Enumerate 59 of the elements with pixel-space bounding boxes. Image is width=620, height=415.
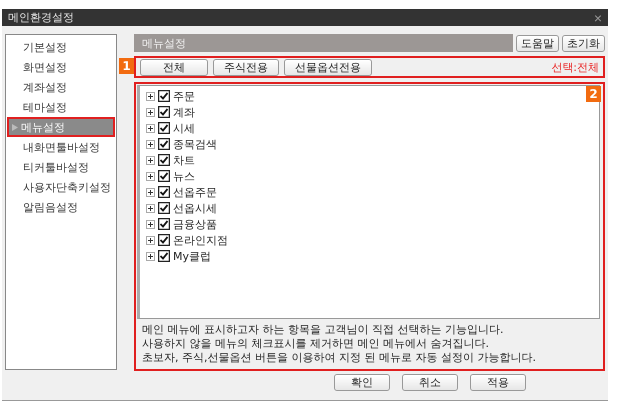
checkbox[interactable] — [158, 234, 170, 246]
expand-icon[interactable] — [146, 140, 155, 148]
callout-badge: 2 — [586, 86, 601, 102]
checkbox[interactable] — [158, 250, 170, 262]
window-title: 메인환경설정 — [8, 10, 74, 25]
tree-item-label[interactable]: 계좌 — [173, 104, 195, 120]
sidebar-item[interactable]: 티커툴바설정 — [7, 157, 115, 177]
arrow-icon — [12, 124, 18, 130]
close-button[interactable]: × — [594, 10, 602, 24]
checkbox[interactable] — [158, 218, 170, 230]
description-text: 초보자, 주식,선물옵션 버튼을 이용하여 지정 된 메뉴로 자동 설정이 가능합니다. — [142, 351, 537, 365]
dialog-button[interactable]: 취소 — [402, 374, 458, 391]
sidebar-item[interactable]: 기본설정 — [7, 37, 115, 57]
checkbox[interactable] — [158, 138, 170, 150]
sidebar-item[interactable]: 화면설정 — [7, 57, 115, 77]
filter-button[interactable]: 선물옵션전용 — [284, 58, 372, 76]
tree-item-label[interactable]: 차트 — [173, 152, 195, 168]
sidebar-item[interactable]: 알림음설정 — [7, 197, 115, 217]
tree-item-label[interactable]: My클럽 — [173, 248, 212, 264]
expand-icon[interactable] — [146, 252, 155, 260]
expand-icon[interactable] — [146, 92, 155, 100]
tree-item-label[interactable]: 선옵주문 — [173, 184, 217, 200]
sidebar-item[interactable]: 내화면툴바설정 — [7, 137, 115, 157]
description-text: 사용하지 않을 메뉴의 체크표시를 제거하면 메인 메뉴에서 숨겨집니다. — [142, 337, 490, 351]
tree-item-label[interactable]: 선옵시세 — [173, 200, 217, 216]
checkbox[interactable] — [158, 90, 170, 102]
sidebar-item[interactable]: 계좌설정 — [7, 77, 115, 97]
description-text: 메인 메뉴에 표시하고자 하는 항목을 고객님이 직접 선택하는 기능입니다. — [142, 323, 504, 337]
header-button[interactable]: 초기화 — [562, 34, 605, 52]
expand-icon[interactable] — [146, 156, 155, 164]
sidebar-item[interactable]: 테마설정 — [7, 97, 115, 117]
expand-icon[interactable] — [146, 188, 155, 196]
section-header: 메뉴설정 — [134, 34, 513, 52]
tree-item-label[interactable]: 온라인지점 — [173, 232, 228, 248]
expand-icon[interactable] — [146, 236, 155, 244]
expand-icon[interactable] — [146, 204, 155, 212]
filter-button[interactable]: 전체 — [140, 58, 208, 76]
dialog-button[interactable]: 적용 — [470, 374, 526, 391]
dialog-button[interactable]: 확인 — [334, 374, 390, 391]
checkbox[interactable] — [158, 154, 170, 166]
checkbox[interactable] — [158, 202, 170, 214]
checkbox[interactable] — [158, 106, 170, 118]
checkbox[interactable] — [158, 170, 170, 182]
tree-item-label[interactable]: 시세 — [173, 120, 195, 136]
selection-label: 선택:전체 — [551, 60, 599, 74]
header-button[interactable]: 도움말 — [516, 34, 559, 52]
expand-icon[interactable] — [146, 108, 155, 116]
expand-icon[interactable] — [146, 220, 155, 228]
checkbox[interactable] — [158, 122, 170, 134]
sidebar-item[interactable]: 사용자단축키설정 — [7, 177, 115, 197]
tree-item-label[interactable]: 주문 — [173, 88, 195, 104]
expand-icon[interactable] — [146, 172, 155, 180]
checkbox[interactable] — [158, 186, 170, 198]
tree-item-label[interactable]: 금융상품 — [173, 216, 217, 232]
filter-button[interactable]: 주식전용 — [213, 58, 279, 76]
tree-item-label[interactable]: 종목검색 — [173, 136, 217, 152]
expand-icon[interactable] — [146, 124, 155, 132]
callout-badge: 1 — [119, 58, 134, 74]
tree-item-label[interactable]: 뉴스 — [173, 168, 195, 184]
